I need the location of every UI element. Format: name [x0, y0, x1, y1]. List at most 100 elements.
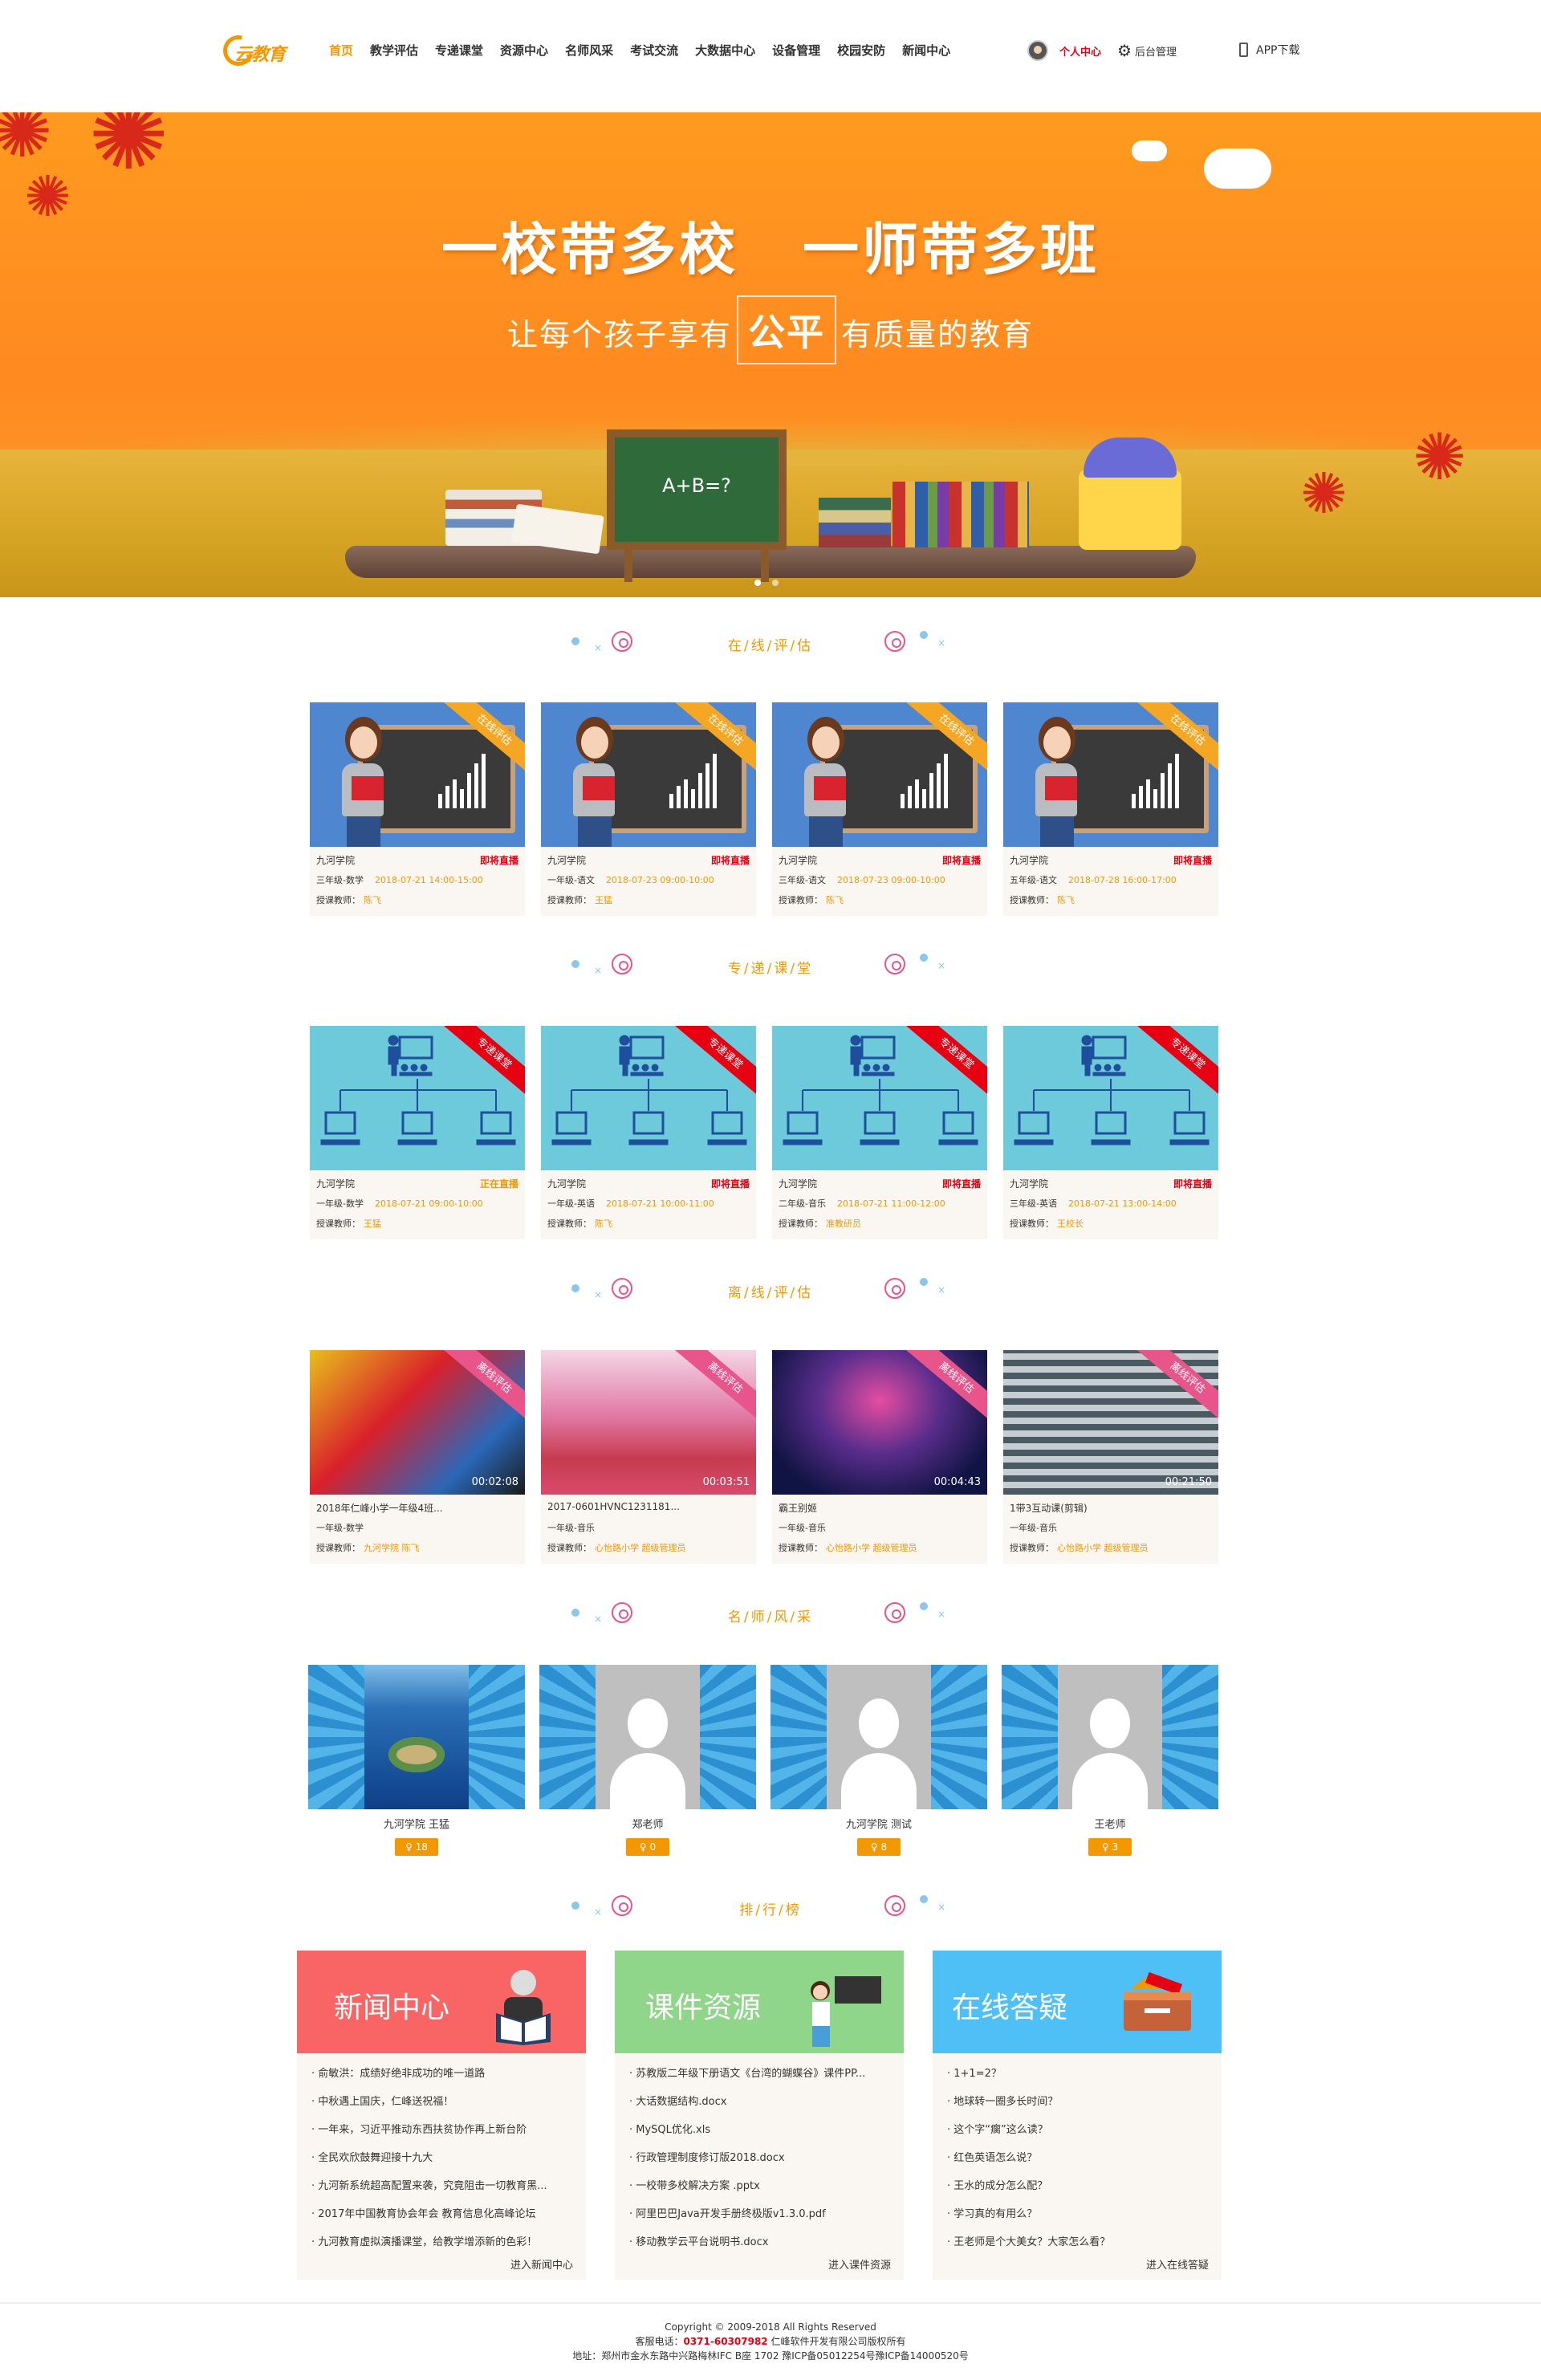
list-item[interactable]: 王水的成分怎么配？: [947, 2179, 1212, 2207]
list-item[interactable]: 地球转一圈多长时间？: [947, 2094, 1212, 2122]
nav-item-resources[interactable]: 资源中心: [500, 42, 548, 59]
teacher-name[interactable]: 王猛: [364, 1218, 381, 1229]
avatar[interactable]: [1027, 40, 1048, 61]
like-count-badge[interactable]: ♀ 0: [626, 1838, 669, 1856]
teacher-name[interactable]: 心怡路小学 超级管理员: [826, 1543, 917, 1553]
course-card[interactable]: 在线评估 九河学院 即将直播 三年级-语文 2018-07-23 09:00-10…: [772, 702, 987, 916]
more-news-link[interactable]: 进入新闻中心: [510, 2256, 573, 2272]
course-card[interactable]: 在线评估 九河学院 即将直播 一年级-语文 2018-07-23 09:00-10…: [541, 702, 756, 916]
news-panel-header[interactable]: 新闻中心: [297, 1951, 586, 2053]
teacher-info: 授课教师： 心怡路小学 超级管理员: [547, 1541, 686, 1554]
list-item[interactable]: 苏教版二年级下册语文《台湾的蝴蝶谷》课件PP...: [629, 2066, 894, 2094]
more-courseware-link[interactable]: 进入课件资源: [828, 2256, 891, 2272]
course-thumbnail[interactable]: 在线评估: [772, 702, 987, 847]
teacher-name[interactable]: 九河学院 陈飞: [364, 1543, 420, 1553]
nav-item-news[interactable]: 新闻中心: [902, 42, 950, 59]
qa-panel-header[interactable]: 在线答疑: [933, 1951, 1222, 2053]
teacher-card[interactable]: 王老师 ♀ 3: [1002, 1665, 1218, 1865]
list-item[interactable]: 一校带多校解决方案 .pptx: [629, 2179, 894, 2207]
video-title[interactable]: 1带3互动课(剪辑): [1010, 1501, 1210, 1515]
teacher-name[interactable]: 准教研员: [826, 1218, 861, 1229]
list-item[interactable]: 阿里巴巴Java开发手册终极版v1.3.0.pdf: [629, 2207, 894, 2235]
teacher-name[interactable]: 陈飞: [364, 895, 381, 905]
list-item[interactable]: 全民欢欣鼓舞迎接十九大: [311, 2150, 576, 2179]
course-thumbnail[interactable]: 专递课堂: [1003, 1026, 1218, 1170]
course-card[interactable]: 专递课堂 九河学院 即将直播 一年级-英语 2018-07-21 10:00-11…: [541, 1026, 756, 1239]
teacher-photo[interactable]: [1002, 1665, 1218, 1809]
list-item[interactable]: 红色英语怎么说？: [947, 2150, 1212, 2179]
video-thumbnail[interactable]: 离线评估 00:03:51: [541, 1350, 756, 1495]
video-thumbnail[interactable]: 离线评估 00:02:08: [310, 1350, 525, 1495]
teacher-name[interactable]: 王猛: [595, 895, 612, 905]
teacher-photo[interactable]: [308, 1665, 525, 1809]
video-title[interactable]: 霸王别姬: [779, 1501, 979, 1515]
course-card[interactable]: 在线评估 九河学院 即将直播 五年级-语文 2018-07-28 16:00-17…: [1003, 702, 1218, 916]
logo[interactable]: 云教育: [218, 30, 300, 71]
video-thumbnail[interactable]: 离线评估 00:21:50: [1003, 1350, 1218, 1495]
teacher-name[interactable]: 心怡路小学 超级管理员: [595, 1543, 686, 1553]
app-download[interactable]: APP下载: [1239, 42, 1299, 58]
list-item[interactable]: 2017年中国教育协会年会 教育信息化高峰论坛: [311, 2207, 576, 2235]
video-card[interactable]: 离线评估 00:21:50 1带3互动课(剪辑) 一年级-音乐 授课教师： 心怡路…: [1003, 1350, 1218, 1564]
nav-item-home[interactable]: 首页: [329, 42, 353, 59]
nav-item-big-data[interactable]: 大数据中心: [695, 42, 755, 59]
video-card[interactable]: 离线评估 00:02:08 2018年仁峰小学一年级4班... 一年级-数学 授…: [310, 1350, 525, 1564]
video-card[interactable]: 离线评估 00:04:43 霸王别姬 一年级-音乐 授课教师： 心怡路小学 超级管…: [772, 1350, 987, 1564]
list-item[interactable]: 行政管理制度修订版2018.docx: [629, 2150, 894, 2179]
like-count-badge[interactable]: ♀ 8: [857, 1838, 901, 1856]
teacher-name[interactable]: 王校长: [1057, 1218, 1084, 1229]
live-status: 即将直播: [710, 855, 750, 866]
course-thumbnail[interactable]: 在线评估: [1003, 702, 1218, 847]
teacher-card[interactable]: 九河学院 王猛 ♀ 18: [308, 1665, 525, 1865]
teacher-info: 授课教师： 陈飞: [779, 893, 844, 906]
list-item[interactable]: MySQL优化.xls: [629, 2122, 894, 2150]
list-item[interactable]: 大话数据结构.docx: [629, 2094, 894, 2122]
course-thumbnail[interactable]: 专递课堂: [541, 1026, 756, 1170]
maple-leaf-icon: ✺: [1413, 420, 1467, 494]
course-thumbnail[interactable]: 在线评估: [541, 702, 756, 847]
list-item[interactable]: 俞敏洪：成绩好绝非成功的唯一道路: [311, 2066, 576, 2094]
list-item[interactable]: 一年来，习近平推动东西扶贫协作再上新台阶: [311, 2122, 576, 2150]
teacher-card[interactable]: 九河学院 测试 ♀ 8: [770, 1665, 987, 1865]
list-item[interactable]: 九河新系统超高配置来袭，究竟阻击一切教育黑...: [311, 2179, 576, 2207]
teacher-info: 授课教师： 陈飞: [547, 1217, 612, 1230]
course-card[interactable]: 在线评估 九河学院 即将直播 三年级-数学 2018-07-21 14:00-15…: [310, 702, 525, 916]
nav-item-teachers[interactable]: 名师风采: [565, 42, 613, 59]
video-title[interactable]: 2018年仁峰小学一年级4班...: [316, 1501, 517, 1515]
course-card[interactable]: 专递课堂 九河学院 正在直播 一年级-数学 2018-07-21 09:00-10…: [310, 1026, 525, 1239]
teacher-name[interactable]: 陈飞: [826, 895, 844, 905]
courseware-panel-header[interactable]: 课件资源: [615, 1951, 904, 2053]
nav-item-security[interactable]: 校园安防: [837, 42, 885, 59]
course-thumbnail[interactable]: 在线评估: [310, 702, 525, 847]
course-thumbnail[interactable]: 专递课堂: [772, 1026, 987, 1170]
carousel-dot[interactable]: [772, 580, 779, 586]
course-thumbnail[interactable]: 专递课堂: [310, 1026, 525, 1170]
nav-item-special-class[interactable]: 专递课堂: [435, 42, 483, 59]
teacher-name[interactable]: 陈飞: [595, 1218, 612, 1229]
teacher-photo[interactable]: [770, 1665, 987, 1809]
teacher-photo[interactable]: [539, 1665, 756, 1809]
like-count-badge[interactable]: ♀ 18: [395, 1838, 438, 1856]
like-count-badge[interactable]: ♀ 3: [1088, 1838, 1132, 1856]
course-card[interactable]: 专递课堂 九河学院 即将直播 二年级-音乐 2018-07-21 11:00-12…: [772, 1026, 987, 1239]
teacher-name[interactable]: 心怡路小学 超级管理员: [1057, 1543, 1149, 1553]
personal-center-link[interactable]: 个人中心: [1059, 43, 1101, 59]
list-item[interactable]: 这个字“瘸”这么读？: [947, 2122, 1212, 2150]
gear-icon[interactable]: ⚙: [1117, 43, 1132, 59]
teacher-card[interactable]: 郑老师 ♀ 0: [539, 1665, 756, 1865]
hero-banner[interactable]: ✺ ✺ ✺ ✺ ✺ 一校带多校 一师带多班 让每个孩子享有 公平 有质量的教育 A+B…: [0, 112, 1541, 597]
list-item[interactable]: 中秋遇上国庆，仁峰送祝福！: [311, 2094, 576, 2122]
teacher-name[interactable]: 陈飞: [1057, 895, 1075, 905]
admin-link[interactable]: 后台管理: [1135, 43, 1177, 59]
nav-item-teaching-eval[interactable]: 教学评估: [370, 42, 418, 59]
carousel-dot[interactable]: [754, 580, 761, 586]
nav-item-exams[interactable]: 考试交流: [630, 42, 678, 59]
list-item[interactable]: 学习真的有用么？: [947, 2207, 1212, 2235]
list-item[interactable]: 1+1=2？: [947, 2066, 1212, 2094]
more-qa-link[interactable]: 进入在线答疑: [1146, 2256, 1209, 2272]
nav-item-devices[interactable]: 设备管理: [772, 42, 820, 59]
video-card[interactable]: 离线评估 00:03:51 2017-0601HVNC1231181... 一年…: [541, 1350, 756, 1564]
video-thumbnail[interactable]: 离线评估 00:04:43: [772, 1350, 987, 1495]
video-title[interactable]: 2017-0601HVNC1231181...: [547, 1501, 748, 1512]
course-card[interactable]: 专递课堂 九河学院 即将直播 三年级-英语 2018-07-21 13:00-14…: [1003, 1026, 1218, 1239]
